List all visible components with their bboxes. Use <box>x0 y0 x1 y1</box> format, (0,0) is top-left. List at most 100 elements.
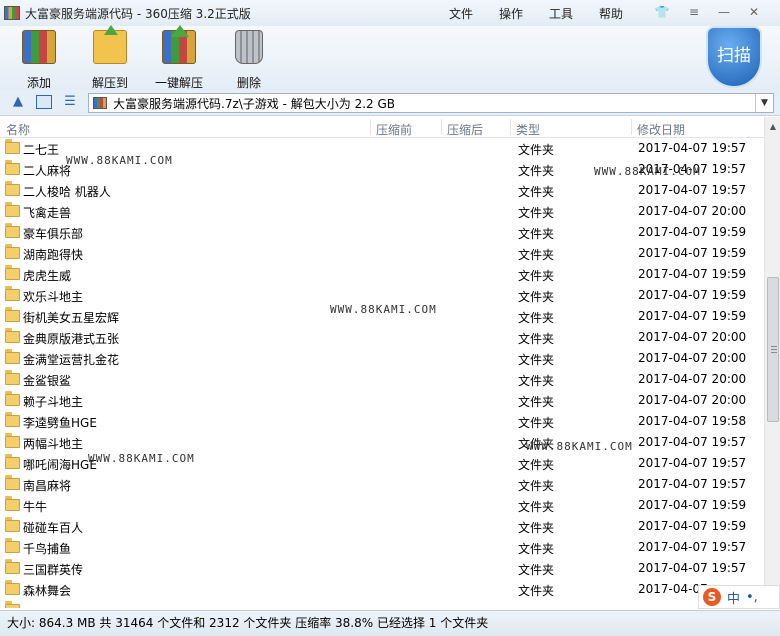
delete-button[interactable]: 删除 <box>231 30 267 91</box>
list-item[interactable]: 两幅斗地主 文件夹 2017-04-07 19:57 <box>0 432 764 453</box>
column-divider[interactable] <box>441 119 442 135</box>
item-name: 牛牛 <box>23 500 48 514</box>
ime-language[interactable]: 中 <box>727 588 740 607</box>
add-button[interactable]: 添加 <box>19 30 59 91</box>
item-date: 2017-04-07 20:00 <box>638 351 747 365</box>
column-name[interactable]: 名称 <box>6 121 30 138</box>
item-name: 南昌麻将 <box>23 479 72 493</box>
minimize-button[interactable]: — <box>715 4 733 20</box>
list-item[interactable]: 赖子斗地主 文件夹 2017-04-07 20:00 <box>0 390 764 411</box>
list-item[interactable]: 湖南跑得快 文件夹 2017-04-07 19:59 <box>0 243 764 264</box>
column-divider[interactable] <box>510 119 511 135</box>
item-name: 金鲨银鲨 <box>23 374 72 388</box>
list-item[interactable]: 碰碰车百人 文件夹 2017-04-07 19:59 <box>0 516 764 537</box>
column-before[interactable]: 压缩前 <box>376 121 412 138</box>
list-item[interactable]: 二人麻将 文件夹 2017-04-07 19:57 <box>0 159 764 180</box>
column-divider[interactable] <box>631 119 632 135</box>
menu-operation[interactable]: 操作 <box>499 5 523 22</box>
list-item[interactable]: 飞禽走兽 文件夹 2017-04-07 20:00 <box>0 201 764 222</box>
address-field[interactable]: 大富豪服务端源代码.7z\子游戏 - 解包大小为 2.2 GB ▼ <box>88 93 774 113</box>
address-bar: ▲ ☰ 大富豪服务端源代码.7z\子游戏 - 解包大小为 2.2 GB ▼ <box>0 90 780 116</box>
list-item[interactable]: 牛牛 文件夹 2017-04-07 19:59 <box>0 495 764 516</box>
column-divider[interactable] <box>370 119 371 135</box>
item-name: 三国群英传 <box>23 563 84 577</box>
list-item[interactable]: 金典原版港式五张 文件夹 2017-04-07 20:00 <box>0 327 764 348</box>
folder-icon <box>5 475 20 490</box>
status-bar: 大小: 864.3 MB 共 31464 个文件和 2312 个文件夹 压缩率 … <box>0 610 780 636</box>
item-date: 2017-04-07 20:00 <box>638 372 747 386</box>
folder-icon <box>5 139 20 154</box>
item-date: 2017-04-07 19:59 <box>638 225 747 239</box>
folder-icon <box>5 559 20 574</box>
add-label: 添加 <box>26 76 51 90</box>
list-item[interactable]: 哪吒闹海HGE 文件夹 2017-04-07 19:57 <box>0 453 764 474</box>
list-item[interactable]: 千鸟捕鱼 文件夹 2017-04-07 19:57 <box>0 537 764 558</box>
one-click-extract-label: 一键解压 <box>154 76 203 90</box>
column-after[interactable]: 压缩后 <box>447 121 483 138</box>
folder-icon <box>5 580 20 595</box>
column-modified[interactable]: 修改日期 <box>637 121 685 138</box>
item-date: 2017-04-07 19:59 <box>638 246 747 260</box>
menu-help[interactable]: 帮助 <box>599 5 623 22</box>
scrollbar-thumb[interactable] <box>767 277 779 422</box>
folder-icon <box>5 391 20 406</box>
list-item[interactable]: 欢乐斗地主 文件夹 2017-04-07 19:59 <box>0 285 764 306</box>
list-item[interactable]: 森林舞会 文件夹 2017-04-07 <box>0 579 764 600</box>
grip-icon <box>771 346 777 353</box>
extract-to-button[interactable]: 解压到 <box>88 25 132 91</box>
item-type: 文件夹 <box>518 269 555 283</box>
menu-file[interactable]: 文件 <box>449 5 473 22</box>
ime-toolbar[interactable]: S 中 •, <box>698 585 780 609</box>
item-type: 文件夹 <box>518 332 555 346</box>
item-date: 2017-04-07 19:57 <box>638 162 747 176</box>
view-large-icon[interactable] <box>36 95 52 109</box>
item-name: 二七王 <box>23 143 60 157</box>
item-name: 金典原版港式五张 <box>23 332 120 346</box>
item-date: 2017-04-07 19:57 <box>638 477 747 491</box>
menu-tools[interactable]: 工具 <box>549 5 573 22</box>
item-name: 豪车俱乐部 <box>23 227 84 241</box>
skin-shirt-icon[interactable]: 👕 <box>653 4 671 20</box>
item-type: 文件夹 <box>518 479 555 493</box>
item-name: 二人梭哈 机器人 <box>23 185 111 199</box>
list-item[interactable]: 二七王 文件夹 2017-04-07 19:57 <box>0 138 764 159</box>
list-item[interactable]: 金鲨银鲨 文件夹 2017-04-07 20:00 <box>0 369 764 390</box>
list-item[interactable]: 南昌麻将 文件夹 2017-04-07 19:57 <box>0 474 764 495</box>
list-item[interactable] <box>0 600 764 608</box>
list-item[interactable]: 虎虎生威 文件夹 2017-04-07 19:59 <box>0 264 764 285</box>
archive-icon <box>93 97 107 109</box>
vertical-scrollbar[interactable]: ▲ ▼ <box>764 117 780 608</box>
up-arrow-icon[interactable]: ▲ <box>10 95 26 109</box>
folder-icon <box>5 433 20 448</box>
folder-icon <box>5 370 20 385</box>
list-item[interactable]: 李逵劈鱼HGE 文件夹 2017-04-07 19:58 <box>0 411 764 432</box>
folder-icon <box>5 517 20 532</box>
folder-icon <box>5 328 20 343</box>
column-type[interactable]: 类型 <box>516 121 540 138</box>
chevron-down-icon[interactable]: ▼ <box>755 94 773 112</box>
list-item[interactable]: 街机美女五星宏辉 文件夹 2017-04-07 19:59 <box>0 306 764 327</box>
folder-icon <box>5 223 20 238</box>
item-name: 李逵劈鱼HGE <box>23 416 97 430</box>
item-type: 文件夹 <box>518 143 555 157</box>
item-name: 森林舞会 <box>23 584 72 598</box>
ime-punctuation[interactable]: •, <box>746 590 758 605</box>
scan-button[interactable]: 扫描 <box>706 26 762 88</box>
list-item[interactable]: 豪车俱乐部 文件夹 2017-04-07 19:59 <box>0 222 764 243</box>
item-type: 文件夹 <box>518 458 555 472</box>
list-item[interactable]: 三国群英传 文件夹 2017-04-07 19:57 <box>0 558 764 579</box>
item-type: 文件夹 <box>518 206 555 220</box>
scroll-up-icon[interactable]: ▲ <box>765 119 780 135</box>
view-list-icon[interactable]: ☰ <box>62 95 78 109</box>
one-click-extract-button[interactable]: 一键解压 <box>154 25 204 91</box>
folder-icon <box>5 349 20 364</box>
item-name: 湖南跑得快 <box>23 248 84 262</box>
menu-icon[interactable]: ≡ <box>685 4 703 20</box>
extract-folder-icon <box>93 25 127 64</box>
list-item[interactable]: 二人梭哈 机器人 文件夹 2017-04-07 19:57 <box>0 180 764 201</box>
list-item[interactable]: 金满堂运营扎金花 文件夹 2017-04-07 20:00 <box>0 348 764 369</box>
item-name: 街机美女五星宏辉 <box>23 311 120 325</box>
item-name: 两幅斗地主 <box>23 437 84 451</box>
item-date: 2017-04-07 19:57 <box>638 561 747 575</box>
close-button[interactable]: ✕ <box>745 4 763 20</box>
